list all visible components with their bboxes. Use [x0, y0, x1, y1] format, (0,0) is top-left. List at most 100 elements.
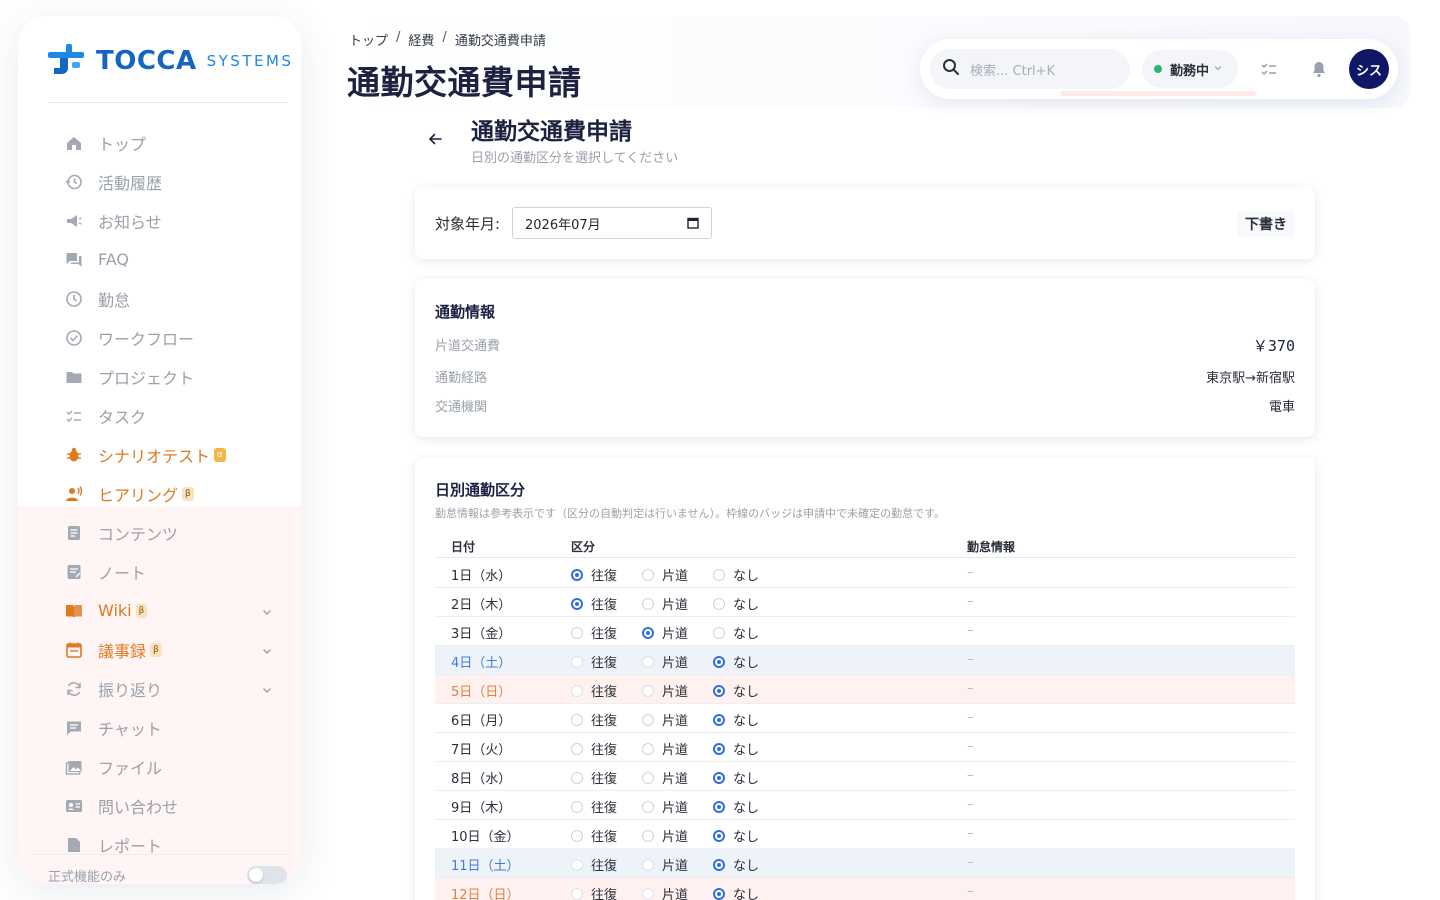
- commute-option-2[interactable]: なし: [713, 884, 759, 900]
- commute-option-2[interactable]: なし: [713, 594, 759, 613]
- radio-button[interactable]: [642, 742, 654, 755]
- commute-option-0[interactable]: 往復: [571, 594, 617, 613]
- radio-button[interactable]: [571, 713, 583, 726]
- commute-option-0[interactable]: 往復: [571, 884, 617, 900]
- search-input[interactable]: 検索... Ctrl+K: [930, 49, 1130, 89]
- commute-option-2[interactable]: なし: [713, 826, 759, 845]
- commute-option-0[interactable]: 往復: [571, 768, 617, 787]
- radio-button[interactable]: [713, 568, 725, 581]
- radio-button[interactable]: [713, 887, 725, 900]
- sidebar-item-3[interactable]: FAQ: [18, 240, 301, 279]
- commute-option-1[interactable]: 片道: [642, 797, 688, 816]
- month-input[interactable]: 2026年07月: [512, 207, 712, 239]
- radio-button[interactable]: [642, 713, 654, 726]
- sidebar-item-9[interactable]: ヒアリング β: [18, 474, 301, 513]
- commute-option-2[interactable]: なし: [713, 565, 759, 584]
- official-only-toggle[interactable]: [247, 866, 287, 884]
- commute-option-0[interactable]: 往復: [571, 855, 617, 874]
- commute-option-1[interactable]: 片道: [642, 739, 688, 758]
- commute-option-1[interactable]: 片道: [642, 594, 688, 613]
- radio-button[interactable]: [713, 626, 725, 639]
- sidebar-item-15[interactable]: チャット: [18, 708, 301, 747]
- radio-button[interactable]: [571, 858, 583, 871]
- radio-button[interactable]: [571, 655, 583, 668]
- commute-option-1[interactable]: 片道: [642, 768, 688, 787]
- sidebar-item-1[interactable]: 活動履歴: [18, 162, 301, 201]
- commute-option-0[interactable]: 往復: [571, 652, 617, 671]
- commute-option-1[interactable]: 片道: [642, 710, 688, 729]
- logo[interactable]: TOCCA SYSTEMS: [48, 44, 293, 78]
- radio-button[interactable]: [713, 829, 725, 842]
- chevron-down-icon[interactable]: [261, 681, 273, 700]
- radio-button[interactable]: [713, 771, 725, 784]
- commute-option-2[interactable]: なし: [713, 681, 759, 700]
- sidebar-item-2[interactable]: お知らせ: [18, 201, 301, 240]
- calendar-icon[interactable]: [687, 217, 699, 233]
- commute-option-2[interactable]: なし: [713, 855, 759, 874]
- radio-button[interactable]: [571, 626, 583, 639]
- radio-button[interactable]: [713, 684, 725, 697]
- checklist-icon[interactable]: [1259, 59, 1279, 79]
- radio-button[interactable]: [642, 655, 654, 668]
- sidebar-item-6[interactable]: プロジェクト: [18, 357, 301, 396]
- sidebar-item-13[interactable]: 議事録 β: [18, 630, 301, 669]
- breadcrumb-item[interactable]: トップ: [349, 30, 388, 49]
- radio-button[interactable]: [713, 800, 725, 813]
- bell-icon[interactable]: [1309, 59, 1329, 79]
- commute-option-0[interactable]: 往復: [571, 826, 617, 845]
- commute-option-0[interactable]: 往復: [571, 797, 617, 816]
- radio-button[interactable]: [642, 626, 654, 639]
- radio-button[interactable]: [713, 713, 725, 726]
- radio-button[interactable]: [642, 597, 654, 610]
- avatar[interactable]: シス: [1349, 49, 1389, 89]
- commute-option-2[interactable]: なし: [713, 739, 759, 758]
- commute-option-0[interactable]: 往復: [571, 739, 617, 758]
- commute-option-1[interactable]: 片道: [642, 565, 688, 584]
- draft-button[interactable]: 下書き: [1237, 211, 1295, 237]
- radio-button[interactable]: [642, 568, 654, 581]
- sidebar-item-12[interactable]: Wiki β: [18, 591, 301, 630]
- commute-option-1[interactable]: 片道: [642, 826, 688, 845]
- commute-option-2[interactable]: なし: [713, 797, 759, 816]
- radio-button[interactable]: [642, 684, 654, 697]
- chevron-down-icon[interactable]: [261, 642, 273, 661]
- commute-option-1[interactable]: 片道: [642, 855, 688, 874]
- commute-option-0[interactable]: 往復: [571, 565, 617, 584]
- radio-button[interactable]: [713, 655, 725, 668]
- commute-option-0[interactable]: 往復: [571, 710, 617, 729]
- radio-button[interactable]: [571, 597, 583, 610]
- sidebar-item-4[interactable]: 勤怠: [18, 279, 301, 318]
- radio-button[interactable]: [571, 771, 583, 784]
- radio-button[interactable]: [642, 800, 654, 813]
- back-arrow-icon[interactable]: [424, 128, 446, 150]
- commute-option-2[interactable]: なし: [713, 768, 759, 787]
- commute-option-2[interactable]: なし: [713, 652, 759, 671]
- breadcrumb-item[interactable]: 経費: [408, 30, 434, 49]
- commute-option-0[interactable]: 往復: [571, 623, 617, 642]
- chevron-down-icon[interactable]: [261, 603, 273, 622]
- radio-button[interactable]: [642, 829, 654, 842]
- sidebar-item-14[interactable]: 振り返り: [18, 669, 301, 708]
- commute-option-2[interactable]: なし: [713, 623, 759, 642]
- commute-option-1[interactable]: 片道: [642, 623, 688, 642]
- sidebar-item-17[interactable]: 問い合わせ: [18, 786, 301, 825]
- radio-button[interactable]: [571, 800, 583, 813]
- radio-button[interactable]: [713, 597, 725, 610]
- radio-button[interactable]: [713, 858, 725, 871]
- radio-button[interactable]: [642, 887, 654, 900]
- commute-option-1[interactable]: 片道: [642, 884, 688, 900]
- radio-button[interactable]: [571, 829, 583, 842]
- radio-button[interactable]: [642, 771, 654, 784]
- commute-option-1[interactable]: 片道: [642, 652, 688, 671]
- radio-button[interactable]: [571, 684, 583, 697]
- sidebar-item-7[interactable]: タスク: [18, 396, 301, 435]
- radio-button[interactable]: [642, 858, 654, 871]
- sidebar-item-11[interactable]: ノート: [18, 552, 301, 591]
- radio-button[interactable]: [571, 742, 583, 755]
- commute-option-1[interactable]: 片道: [642, 681, 688, 700]
- radio-button[interactable]: [713, 742, 725, 755]
- sidebar-item-10[interactable]: コンテンツ: [18, 513, 301, 552]
- sidebar-item-8[interactable]: シナリオテスト α: [18, 435, 301, 474]
- work-status-dropdown[interactable]: 勤務中: [1142, 50, 1238, 88]
- commute-option-0[interactable]: 往復: [571, 681, 617, 700]
